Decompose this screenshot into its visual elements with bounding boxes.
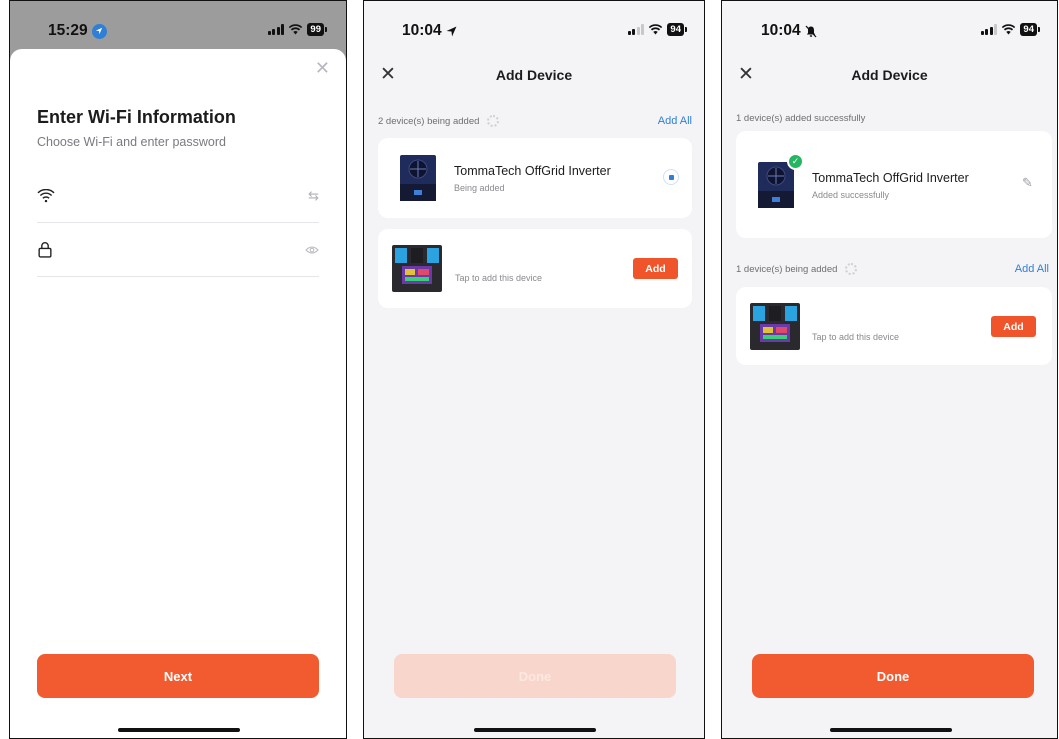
monitor-device-image xyxy=(750,303,800,350)
phone-wifi-screen: 15:29 99 ✕ Enter Wi-Fi Information Choos… xyxy=(9,0,347,739)
page-title: Add Device xyxy=(851,67,928,83)
status-clock: 10:04 xyxy=(761,22,817,40)
tap-to-add-text: Tap to add this device xyxy=(812,332,900,342)
phone-adding-screen: 10:04 94 ✕ Add Device 2 device(s) being … xyxy=(363,0,705,739)
page-subtitle: Choose Wi-Fi and enter password xyxy=(37,135,226,149)
device-name: TommaTech OffGrid Inverter xyxy=(454,164,611,178)
wifi-ssid-field[interactable]: ⇆ xyxy=(37,169,319,223)
adding-section-header: 2 device(s) being added Add All xyxy=(364,115,704,127)
success-status: 1 device(s) added successfully xyxy=(736,113,866,124)
status-icons: 94 xyxy=(980,23,1040,36)
status-icons: 94 xyxy=(627,23,687,36)
edit-name-icon[interactable]: ✎ xyxy=(1022,175,1033,191)
battery-indicator: 94 xyxy=(1020,23,1040,36)
device-name: TommaTech OffGrid Inverter xyxy=(812,171,969,185)
device-card-inverter[interactable]: TommaTech OffGrid Inverter Being added xyxy=(378,138,692,218)
battery-indicator: 94 xyxy=(667,23,687,36)
inverter-device-image xyxy=(400,155,436,201)
status-time: 10:04 xyxy=(402,22,442,39)
home-indicator xyxy=(830,728,952,732)
add-all-button[interactable]: Add All xyxy=(658,115,692,127)
status-bar: 15:29 99 xyxy=(10,1,346,53)
location-icon xyxy=(91,23,107,39)
device-status: Added successfully xyxy=(812,190,890,200)
monitor-device-image xyxy=(392,245,442,292)
battery-indicator: 99 xyxy=(307,23,327,36)
wifi-status-icon xyxy=(289,24,303,35)
device-card-monitor[interactable]: Tap to add this device Add xyxy=(736,287,1052,365)
home-indicator xyxy=(118,728,240,732)
home-indicator xyxy=(474,728,596,732)
adding-status: 1 device(s) being added xyxy=(736,263,838,275)
switch-network-icon[interactable]: ⇆ xyxy=(308,188,319,204)
device-status: Being added xyxy=(454,183,505,193)
add-device-button[interactable]: Add xyxy=(991,316,1036,337)
adding-section-header: 1 device(s) being added Add All xyxy=(722,263,1057,275)
eye-icon[interactable] xyxy=(305,245,319,255)
close-icon[interactable]: ✕ xyxy=(315,59,330,77)
wifi-status-icon xyxy=(1002,24,1016,35)
status-time: 10:04 xyxy=(761,22,801,39)
device-card-monitor[interactable]: Tap to add this device Add xyxy=(378,229,692,308)
adding-status: 2 device(s) being added xyxy=(378,115,480,127)
lock-icon xyxy=(38,242,52,258)
status-bar: 10:04 94 xyxy=(722,1,1057,53)
loading-spinner-icon xyxy=(845,263,858,275)
device-card-inverter[interactable]: ✓ TommaTech OffGrid Inverter Added succe… xyxy=(736,131,1052,238)
status-bar: 10:04 94 xyxy=(364,1,704,53)
location-arrow-icon xyxy=(446,26,457,36)
tap-to-add-text: Tap to add this device xyxy=(455,273,543,283)
wifi-password-field[interactable] xyxy=(37,223,319,277)
signal-icon xyxy=(267,24,285,35)
status-clock: 10:04 xyxy=(402,22,457,40)
signal-icon xyxy=(627,24,645,35)
done-button[interactable]: Done xyxy=(752,654,1034,698)
status-clock: 15:29 xyxy=(48,22,107,40)
add-device-button[interactable]: Add xyxy=(633,258,678,279)
signal-icon xyxy=(980,24,998,35)
wifi-status-icon xyxy=(649,24,663,35)
next-button[interactable]: Next xyxy=(37,654,319,698)
success-section-header: 1 device(s) added successfully xyxy=(722,113,1057,124)
done-button[interactable]: Done xyxy=(394,654,676,698)
page-title: Enter Wi-Fi Information xyxy=(37,107,236,127)
wifi-icon xyxy=(37,188,55,202)
wifi-sheet: ✕ Enter Wi-Fi Information Choose Wi-Fi a… xyxy=(10,49,346,738)
stop-icon xyxy=(668,174,674,180)
loading-spinner-icon xyxy=(487,115,500,127)
bell-muted-icon xyxy=(805,25,817,37)
status-time: 15:29 xyxy=(48,22,88,39)
stop-adding-button[interactable] xyxy=(663,169,679,185)
status-icons: 99 xyxy=(267,23,327,36)
success-check-icon: ✓ xyxy=(787,153,804,170)
page-title: Add Device xyxy=(495,67,573,83)
add-all-button[interactable]: Add All xyxy=(1015,263,1049,275)
phone-added-screen: 10:04 94 ✕ Add Device 1 device(s) added … xyxy=(721,0,1058,739)
